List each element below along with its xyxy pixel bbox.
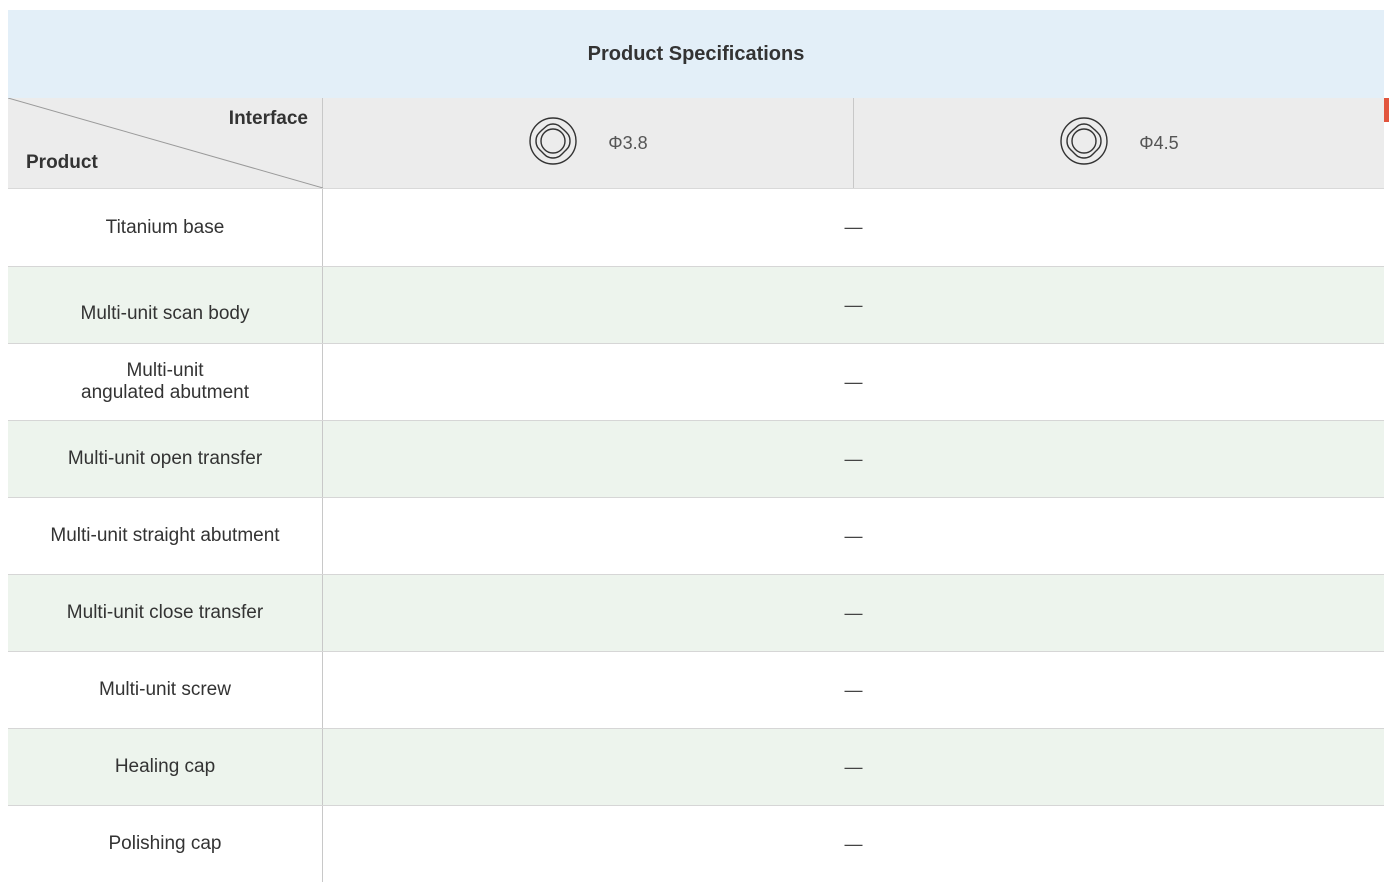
product-name: Multi-unit screw bbox=[8, 652, 323, 728]
product-name: Multi-unit scan body bbox=[8, 267, 323, 343]
product-value: — bbox=[844, 448, 863, 469]
table-row: Multi-unit angulated abutment — bbox=[8, 344, 1384, 421]
product-name: Healing cap bbox=[8, 729, 323, 805]
interface-column-header: Φ4.5 bbox=[854, 98, 1384, 188]
table-title: Product Specifications bbox=[8, 10, 1384, 98]
product-value: — bbox=[844, 525, 863, 546]
product-name: Multi-unit angulated abutment bbox=[8, 344, 323, 420]
implant-connection-icon bbox=[1059, 116, 1109, 171]
product-value: — bbox=[844, 833, 863, 854]
table-row: Multi-unit close transfer — bbox=[8, 575, 1384, 652]
table-row: Multi-unit scan body — bbox=[8, 267, 1384, 344]
interface-label: Φ3.8 bbox=[608, 132, 648, 153]
table-row: Titanium base — bbox=[8, 189, 1384, 267]
product-specifications-table: Product Specifications Interface Product… bbox=[8, 10, 1384, 882]
product-name: Multi-unit straight abutment bbox=[8, 498, 323, 574]
table-row: Multi-unit open transfer — bbox=[8, 421, 1384, 498]
product-value: — bbox=[844, 756, 863, 777]
product-value: — bbox=[844, 371, 863, 392]
corner-header-cell: Interface Product bbox=[8, 98, 323, 188]
table-row: Polishing cap — bbox=[8, 806, 1384, 882]
product-name: Multi-unit open transfer bbox=[8, 421, 323, 497]
product-value: — bbox=[844, 602, 863, 623]
table-row: Healing cap — bbox=[8, 729, 1384, 806]
product-value: — bbox=[844, 217, 863, 237]
product-value: — bbox=[844, 679, 863, 700]
product-name: Multi-unit close transfer bbox=[8, 575, 323, 651]
side-accent-tab bbox=[1384, 98, 1389, 122]
interface-axis-label: Interface bbox=[228, 108, 308, 129]
implant-connection-icon bbox=[528, 116, 578, 171]
interface-column-header: Φ3.8 bbox=[323, 98, 854, 188]
product-name: Titanium base bbox=[8, 189, 323, 266]
table-header-row: Interface Product Φ3.8 Φ4.5 bbox=[8, 98, 1384, 189]
table-row: Multi-unit screw — bbox=[8, 652, 1384, 729]
product-value: — bbox=[844, 294, 863, 315]
product-name: Polishing cap bbox=[8, 806, 323, 882]
interface-label: Φ4.5 bbox=[1139, 132, 1179, 153]
table-row: Multi-unit straight abutment — bbox=[8, 498, 1384, 575]
product-axis-label: Product bbox=[26, 152, 98, 173]
